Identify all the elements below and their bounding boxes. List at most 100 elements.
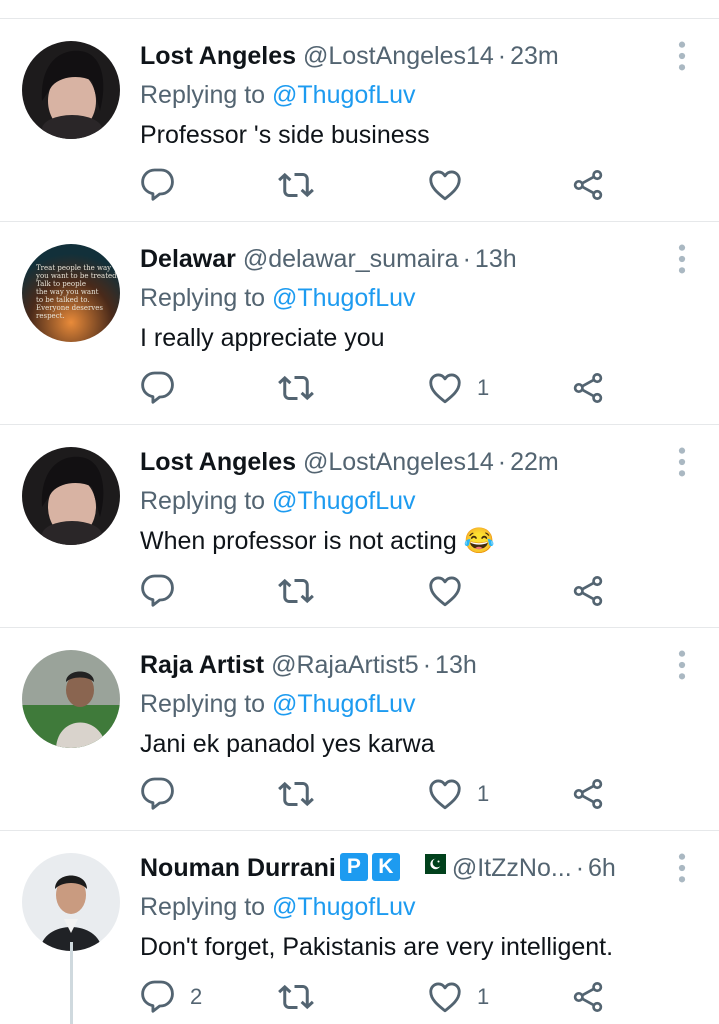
more-vertical-icon[interactable]	[672, 851, 692, 885]
emoji-badge-p: P	[339, 853, 368, 881]
separator: ·	[462, 245, 471, 273]
like-button[interactable]: 1	[427, 368, 489, 408]
separator: ·	[497, 448, 507, 476]
tweet-header: Raja Artist @RajaArtist5 · 13h	[140, 648, 477, 682]
reply-button[interactable]	[140, 368, 190, 408]
action-bar	[140, 165, 620, 205]
tweet[interactable]: Lost Angeles @LostAngeles14 · 22m Replying…	[0, 425, 719, 628]
tweet[interactable]: Treat people the way you want to be trea…	[0, 222, 719, 425]
heart-icon	[427, 979, 463, 1015]
avatar-text: the way you want	[36, 288, 99, 296]
avatar-text: Everyone deserves	[36, 304, 103, 312]
more-vertical-icon[interactable]	[672, 39, 692, 73]
share-button[interactable]	[571, 165, 605, 205]
tweet[interactable]: Lost Angeles @LostAngeles14 · 23m Replying…	[0, 19, 719, 222]
replying-to: Replying to @ThugofLuv	[140, 687, 416, 721]
like-button[interactable]: 1	[427, 977, 489, 1017]
avatar[interactable]	[22, 41, 120, 139]
avatar[interactable]: Treat people the way you want to be trea…	[22, 244, 120, 342]
tweet-header: Lost Angeles @LostAngeles14 · 22m	[140, 445, 559, 479]
like-button[interactable]	[427, 165, 477, 205]
replying-to: Replying to @ThugofLuv	[140, 484, 416, 518]
more-vertical-icon[interactable]	[672, 242, 692, 276]
pakistan-flag-icon	[417, 854, 446, 874]
retweet-button[interactable]	[278, 368, 328, 408]
display-name[interactable]: Lost Angeles	[140, 448, 296, 476]
action-bar: 1	[140, 368, 620, 408]
timestamp[interactable]: 23m	[510, 42, 559, 70]
heart-icon	[427, 573, 463, 609]
share-button[interactable]	[571, 368, 605, 408]
share-icon	[571, 371, 605, 405]
display-name[interactable]: Raja Artist	[140, 651, 264, 679]
mention-link[interactable]: @ThugofLuv	[272, 81, 416, 109]
retweet-icon	[278, 573, 314, 609]
share-button[interactable]	[571, 571, 605, 611]
share-button[interactable]	[571, 774, 605, 814]
reply-icon	[140, 776, 176, 812]
tweet-text: When professor is not acting 😂	[140, 527, 495, 555]
avatar[interactable]	[22, 853, 120, 951]
tweet[interactable]: Nouman Durrani P K @ItZzNo... · 6h Replying t…	[0, 831, 719, 1024]
display-name[interactable]: Lost Angeles	[140, 42, 296, 70]
share-icon	[571, 980, 605, 1014]
tweet-text: Don't forget, Pakistanis are very intell…	[140, 933, 614, 961]
display-name[interactable]: Delawar	[140, 245, 236, 273]
heart-icon	[427, 370, 463, 406]
avatar[interactable]	[22, 650, 120, 748]
reply-icon	[140, 167, 176, 203]
action-bar: 1	[140, 774, 620, 814]
action-bar	[140, 571, 620, 611]
reply-button[interactable]	[140, 774, 190, 814]
timestamp[interactable]: 13h	[435, 651, 477, 679]
replying-label: Replying to	[140, 893, 273, 921]
replying-to: Replying to @ThugofLuv	[140, 78, 416, 112]
like-count: 1	[477, 984, 490, 1009]
thread-connector-line	[70, 942, 73, 1024]
avatar-text: to be talked to.	[36, 296, 90, 304]
timestamp[interactable]: 22m	[510, 448, 559, 476]
retweet-icon	[278, 167, 314, 203]
reply-button[interactable]: 2	[140, 977, 202, 1017]
mention-link[interactable]: @ThugofLuv	[272, 690, 416, 718]
replying-label: Replying to	[140, 284, 273, 312]
user-handle[interactable]: @LostAngeles14	[303, 42, 494, 70]
avatar[interactable]	[22, 447, 120, 545]
heart-icon	[427, 167, 463, 203]
reply-icon	[140, 979, 176, 1015]
action-bar: 2 1	[140, 977, 620, 1017]
reply-button[interactable]	[140, 165, 190, 205]
timestamp[interactable]: 6h	[588, 854, 616, 882]
retweet-button[interactable]	[278, 165, 328, 205]
retweet-button[interactable]	[278, 571, 328, 611]
share-button[interactable]	[571, 977, 605, 1017]
like-button[interactable]	[427, 571, 477, 611]
more-vertical-icon[interactable]	[672, 445, 692, 479]
avatar-text: Talk to people	[36, 280, 86, 288]
user-handle[interactable]: @ItZzNo...	[452, 854, 572, 882]
reply-button[interactable]	[140, 571, 190, 611]
retweet-button[interactable]	[278, 977, 328, 1017]
replying-to: Replying to @ThugofLuv	[140, 890, 416, 924]
more-vertical-icon[interactable]	[672, 648, 692, 682]
tweet-header: Nouman Durrani P K @ItZzNo... · 6h	[140, 851, 616, 885]
tweet[interactable]: Raja Artist @RajaArtist5 · 13h Replying to…	[0, 628, 719, 831]
retweet-button[interactable]	[278, 774, 328, 814]
user-handle[interactable]: @delawar_sumaira	[243, 245, 459, 273]
timestamp[interactable]: 13h	[475, 245, 517, 273]
mention-link[interactable]: @ThugofLuv	[272, 893, 416, 921]
like-count: 1	[477, 781, 490, 806]
tweet-text: I really appreciate you	[140, 324, 385, 352]
mention-link[interactable]: @ThugofLuv	[272, 487, 416, 515]
replying-label: Replying to	[140, 81, 273, 109]
retweet-icon	[278, 370, 314, 406]
share-icon	[571, 168, 605, 202]
like-button[interactable]: 1	[427, 774, 489, 814]
reply-count: 2	[190, 984, 203, 1009]
display-name[interactable]: Nouman Durrani	[140, 854, 336, 882]
separator: ·	[497, 42, 507, 70]
user-handle[interactable]: @LostAngeles14	[303, 448, 494, 476]
avatar-text: Treat people the way	[36, 264, 111, 272]
user-handle[interactable]: @RajaArtist5	[271, 651, 419, 679]
mention-link[interactable]: @ThugofLuv	[272, 284, 416, 312]
